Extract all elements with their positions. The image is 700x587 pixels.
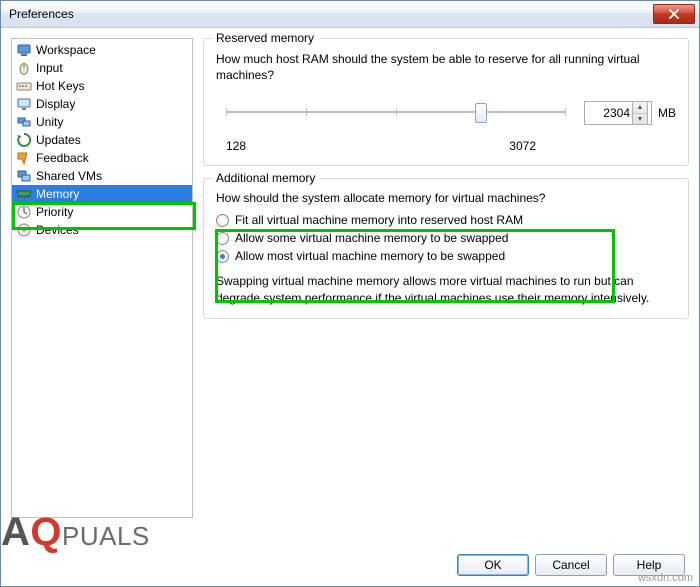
close-icon	[669, 9, 679, 19]
sidebar-item-hotkeys[interactable]: Hot Keys	[12, 77, 192, 95]
priority-icon	[16, 204, 32, 220]
sidebar-item-shared-vms[interactable]: Shared VMs	[12, 167, 192, 185]
spinner-arrows[interactable]: ▲ ▼	[632, 101, 648, 125]
spinner-down-icon[interactable]: ▼	[633, 114, 647, 125]
additional-memory-hint: Swapping virtual machine memory allows m…	[216, 273, 676, 305]
sidebar-item-workspace[interactable]: Workspace	[12, 41, 192, 59]
mouse-icon	[16, 60, 32, 76]
reserved-memory-question: How much host RAM should the system be a…	[216, 51, 676, 83]
slider-max-label: 3072	[509, 139, 536, 153]
sidebar-item-priority[interactable]: Priority	[12, 203, 192, 221]
reserved-memory-group: Reserved memory How much host RAM should…	[203, 38, 689, 166]
radio-allow-some[interactable]: Allow some virtual machine memory to be …	[216, 231, 676, 245]
sidebar-item-label: Feedback	[36, 151, 89, 165]
sidebar-item-label: Unity	[36, 115, 63, 129]
reserved-memory-input[interactable]	[588, 106, 630, 120]
sidebar-item-label: Shared VMs	[36, 169, 102, 183]
slider-handle[interactable]	[475, 103, 487, 123]
sidebar-item-label: Display	[36, 97, 75, 111]
additional-memory-legend: Additional memory	[212, 171, 319, 185]
unity-icon	[16, 114, 32, 130]
workspace-icon	[16, 42, 32, 58]
shared-vms-icon	[16, 168, 32, 184]
ok-button[interactable]: OK	[457, 554, 529, 576]
sidebar-item-input[interactable]: Input	[12, 59, 192, 77]
category-list-inner: Workspace Input Hot Keys Display Unity	[12, 39, 192, 241]
feedback-icon	[16, 150, 32, 166]
reserved-memory-unit: MB	[658, 106, 676, 120]
spinner-up-icon[interactable]: ▲	[633, 102, 647, 114]
help-button[interactable]: Help	[613, 554, 685, 576]
radio-allow-most[interactable]: Allow most virtual machine memory to be …	[216, 249, 676, 263]
sidebar-item-label: Workspace	[36, 43, 96, 57]
radio-label: Fit all virtual machine memory into rese…	[235, 213, 523, 227]
sidebar-item-memory[interactable]: Memory	[12, 185, 192, 203]
sidebar-item-label: Priority	[36, 205, 73, 219]
cancel-button[interactable]: Cancel	[535, 554, 607, 576]
additional-memory-question: How should the system allocate memory fo…	[216, 191, 676, 205]
preferences-window: Preferences Workspace Input Hot Ke	[0, 0, 700, 587]
radio-label: Allow some virtual machine memory to be …	[235, 231, 508, 245]
close-button[interactable]	[653, 4, 695, 24]
reserved-memory-slider[interactable]	[216, 101, 576, 125]
slider-tick	[396, 108, 397, 116]
sidebar-item-feedback[interactable]: Feedback	[12, 149, 192, 167]
radio-icon	[216, 232, 229, 245]
sidebar-item-label: Devices	[36, 223, 79, 237]
slider-tick	[565, 108, 566, 116]
sidebar-item-label: Memory	[36, 187, 79, 201]
slider-tick	[306, 108, 307, 116]
radio-icon	[216, 250, 229, 263]
reserved-memory-legend: Reserved memory	[212, 31, 318, 45]
keyboard-icon	[16, 78, 32, 94]
category-list: Workspace Input Hot Keys Display Unity	[11, 38, 193, 518]
sidebar-item-unity[interactable]: Unity	[12, 113, 192, 131]
radio-label: Allow most virtual machine memory to be …	[235, 249, 505, 263]
devices-icon	[16, 222, 32, 238]
slider-min-label: 128	[226, 139, 246, 153]
display-icon	[16, 96, 32, 112]
settings-panel: Reserved memory How much host RAM should…	[203, 38, 689, 576]
window-title: Preferences	[9, 7, 74, 21]
sidebar-item-display[interactable]: Display	[12, 95, 192, 113]
slider-tick	[226, 108, 227, 116]
radio-fit-all[interactable]: Fit all virtual machine memory into rese…	[216, 213, 676, 227]
sidebar-item-label: Hot Keys	[36, 79, 85, 93]
radio-icon	[216, 214, 229, 227]
watermark: AQPUALS	[1, 516, 150, 552]
reserved-memory-spinner[interactable]: ▲ ▼	[584, 101, 652, 125]
dialog-button-row: OK Cancel Help	[457, 554, 685, 576]
memory-icon	[16, 186, 32, 202]
sidebar-item-label: Input	[36, 61, 63, 75]
sidebar-item-updates[interactable]: Updates	[12, 131, 192, 149]
titlebar: Preferences	[1, 1, 699, 28]
slider-scale: 128 3072	[226, 139, 536, 153]
sidebar-item-label: Updates	[36, 133, 81, 147]
additional-memory-group: Additional memory How should the system …	[203, 178, 689, 318]
client-area: Workspace Input Hot Keys Display Unity	[1, 28, 699, 586]
sidebar-item-devices[interactable]: Devices	[12, 221, 192, 239]
updates-icon	[16, 132, 32, 148]
